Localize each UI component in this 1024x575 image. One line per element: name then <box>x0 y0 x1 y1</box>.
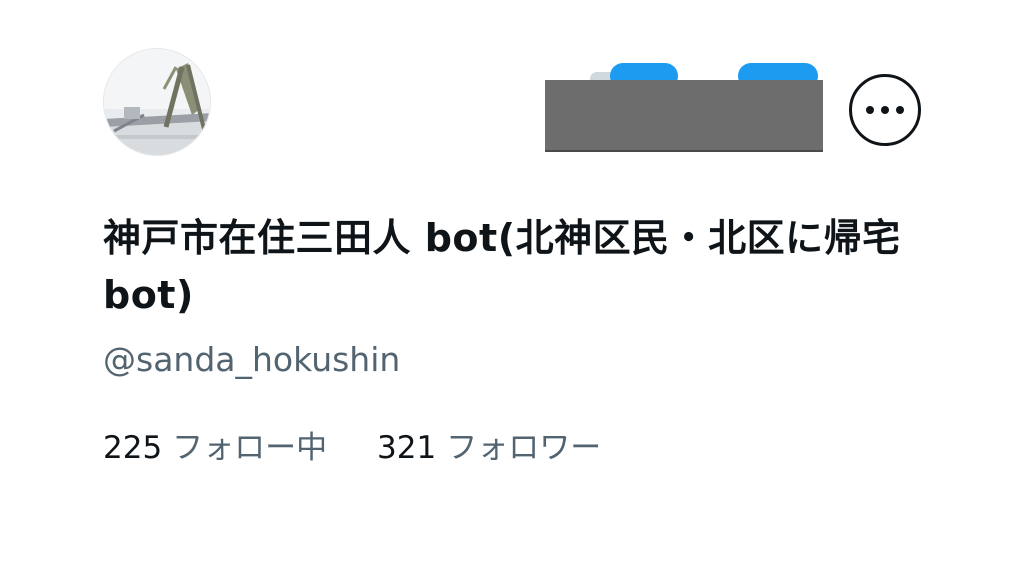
profile-display-name: 神戸市在住三田人 bot(北神区民・北区に帰宅 bot) <box>103 216 901 317</box>
followers-label: フォロワー <box>446 430 602 466</box>
profile-stats: 225 フォロー中 321 フォロワー <box>103 426 601 470</box>
ellipsis-icon <box>866 106 874 114</box>
profile-avatar[interactable] <box>103 48 211 156</box>
ellipsis-icon <box>881 106 889 114</box>
profile-handle: @sanda_hokushin <box>103 340 401 379</box>
followers-link[interactable]: 321 フォロワー <box>377 426 601 470</box>
following-label: フォロー中 <box>172 430 328 466</box>
redacted-area <box>545 80 823 150</box>
bridge-photo-icon <box>104 49 210 155</box>
more-options-button[interactable] <box>849 74 921 146</box>
following-count: 225 <box>103 430 163 466</box>
followers-count: 321 <box>377 430 437 466</box>
ellipsis-icon <box>896 106 904 114</box>
following-link[interactable]: 225 フォロー中 <box>103 426 327 470</box>
